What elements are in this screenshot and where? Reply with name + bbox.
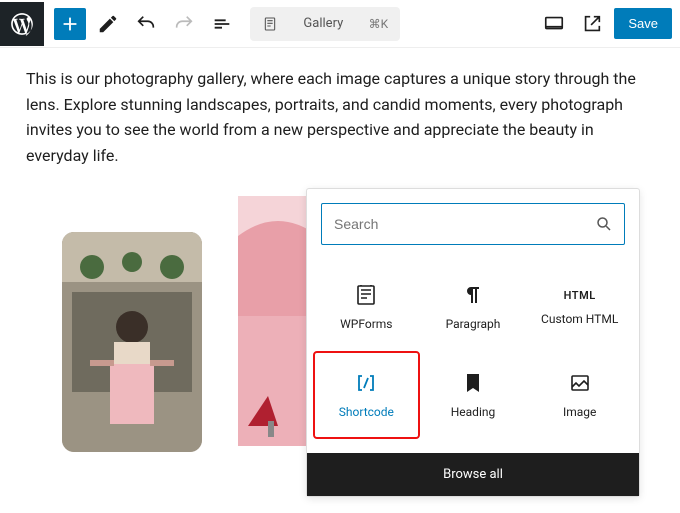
undo-icon	[135, 13, 157, 35]
page-content[interactable]: This is our photography gallery, where e…	[0, 48, 680, 186]
plus-icon	[59, 13, 81, 35]
desktop-icon	[543, 13, 565, 35]
redo-icon	[173, 13, 195, 35]
block-heading[interactable]: Heading	[420, 351, 527, 439]
wordpress-icon	[9, 11, 35, 37]
intro-paragraph: This is our photography gallery, where e…	[26, 66, 654, 168]
html-icon: HTML	[564, 289, 596, 302]
paragraph-icon	[461, 283, 485, 307]
block-label: Shortcode	[339, 405, 394, 419]
block-inserter-panel: WPForms Paragraph HTML Custom HTML Short…	[306, 188, 640, 497]
document-title: Gallery	[286, 16, 361, 31]
block-custom-html[interactable]: HTML Custom HTML	[526, 263, 633, 351]
search-icon	[595, 215, 613, 233]
form-icon	[354, 283, 378, 307]
block-label: WPForms	[340, 317, 392, 331]
document-overview-button[interactable]	[206, 8, 238, 40]
image-icon	[568, 371, 592, 395]
bookmark-icon	[461, 371, 485, 395]
block-label: Image	[563, 405, 596, 419]
block-label: Custom HTML	[541, 312, 618, 326]
command-shortcut: ⌘K	[369, 17, 389, 31]
list-icon	[211, 13, 233, 35]
add-block-button[interactable]	[54, 8, 86, 40]
wordpress-logo[interactable]	[0, 2, 44, 46]
block-label: Heading	[451, 405, 496, 419]
pencil-icon	[97, 13, 119, 35]
external-link-button[interactable]	[576, 8, 608, 40]
search-wrap	[307, 189, 639, 259]
shortcode-icon	[354, 371, 378, 395]
editor-toolbar: Gallery ⌘K Save	[0, 0, 680, 48]
document-title-bar[interactable]: Gallery ⌘K	[250, 7, 400, 41]
block-grid: WPForms Paragraph HTML Custom HTML Short…	[307, 259, 639, 453]
undo-button[interactable]	[130, 8, 162, 40]
edit-mode-button[interactable]	[92, 8, 124, 40]
block-image[interactable]: Image	[526, 351, 633, 439]
block-search-input[interactable]	[321, 203, 625, 245]
save-button[interactable]: Save	[614, 8, 672, 39]
browse-all-button[interactable]: Browse all	[307, 453, 639, 496]
block-shortcode[interactable]: Shortcode	[313, 351, 420, 439]
block-paragraph[interactable]: Paragraph	[420, 263, 527, 351]
view-button[interactable]	[538, 8, 570, 40]
redo-button[interactable]	[168, 8, 200, 40]
block-label: Paragraph	[446, 317, 501, 331]
external-icon	[581, 13, 603, 35]
gallery-image-1[interactable]	[62, 232, 202, 452]
block-wpforms[interactable]: WPForms	[313, 263, 420, 351]
photo-placeholder-icon	[62, 232, 202, 452]
page-icon	[262, 16, 278, 32]
